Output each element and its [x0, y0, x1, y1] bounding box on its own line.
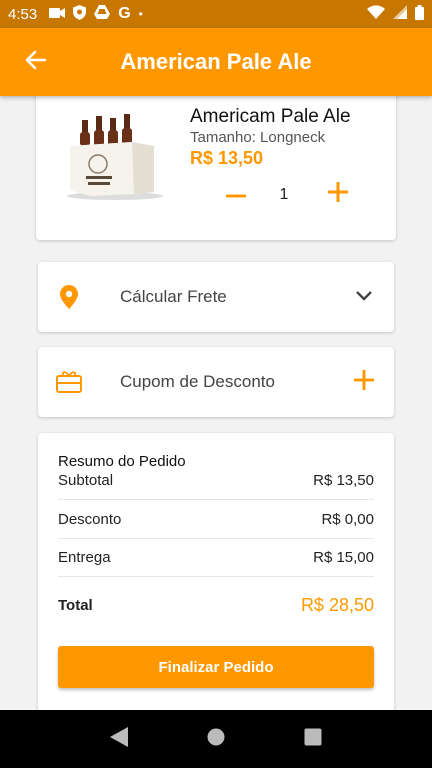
summary-row-label: Entrega: [58, 549, 111, 566]
wifi-icon: [367, 5, 385, 23]
summary-row-value: R$ 15,00: [313, 549, 374, 566]
summary-row-value: R$ 0,00: [321, 511, 374, 528]
notification-dot-icon: •: [138, 7, 143, 21]
plus-icon: [354, 369, 374, 395]
discount-coupon-label: Cupom de Desconto: [120, 372, 275, 391]
discount-coupon-row[interactable]: Cupom de Desconto: [38, 347, 394, 417]
summary-row-label: Subtotal: [58, 472, 114, 489]
summary-total: Total R$ 28,50: [58, 595, 374, 616]
checkout-button[interactable]: Finalizar Pedido: [58, 646, 374, 688]
chevron-down-icon: [356, 288, 372, 306]
product-price: R$ 13,50: [190, 148, 264, 168]
expand-shipping-button[interactable]: [334, 288, 394, 306]
system-nav-bar: [0, 710, 432, 768]
shield-icon: [73, 4, 87, 24]
increase-quantity-button[interactable]: [326, 181, 350, 207]
app-bar: American Pale Ale: [0, 28, 432, 96]
signal-icon: [393, 5, 407, 23]
google-icon: G: [118, 5, 131, 22]
total-label: Total: [58, 597, 93, 614]
summary-row-subtotal: Subtotal R$ 13,50: [58, 462, 374, 500]
order-summary-card: Resumo do Pedido Subtotal R$ 13,50 Desco…: [38, 433, 394, 710]
battery-icon: [415, 4, 424, 24]
product-name: Americam Pale Ale: [190, 106, 351, 127]
calculate-shipping-row[interactable]: Cálcular Frete: [38, 262, 394, 332]
total-value: R$ 28,50: [300, 595, 374, 615]
status-bar: 4:53 G •: [0, 0, 432, 28]
product-size: Tamanho: Longneck: [190, 129, 326, 146]
cart-content: Americam Pale Ale Tamanho: Longneck R$ 1…: [0, 96, 432, 710]
quantity-value: 1: [279, 186, 289, 203]
minus-icon: [226, 185, 246, 203]
product-image: [60, 112, 170, 202]
nav-recents-icon[interactable]: [304, 728, 322, 751]
status-time: 4:53: [8, 5, 38, 23]
add-coupon-button[interactable]: [334, 369, 394, 395]
decrease-quantity-button[interactable]: [224, 182, 248, 206]
summary-row-label: Desconto: [58, 511, 122, 528]
video-camera-icon: [49, 6, 66, 23]
summary-row-delivery: Entrega R$ 15,00: [58, 539, 374, 577]
plus-icon: [328, 181, 348, 207]
gift-card-icon: [34, 371, 104, 393]
calculate-shipping-label: Cálcular Frete: [120, 287, 227, 306]
summary-row-discount: Desconto R$ 0,00: [58, 501, 374, 539]
back-button[interactable]: [0, 28, 70, 96]
summary-row-value: R$ 13,50: [313, 472, 374, 489]
drive-icon: [94, 5, 111, 23]
arrow-left-icon: [24, 50, 47, 75]
nav-home-icon[interactable]: [207, 728, 225, 751]
nav-back-icon[interactable]: [109, 726, 128, 752]
location-pin-icon: [34, 285, 104, 309]
product-card: Americam Pale Ale Tamanho: Longneck R$ 1…: [36, 96, 396, 240]
